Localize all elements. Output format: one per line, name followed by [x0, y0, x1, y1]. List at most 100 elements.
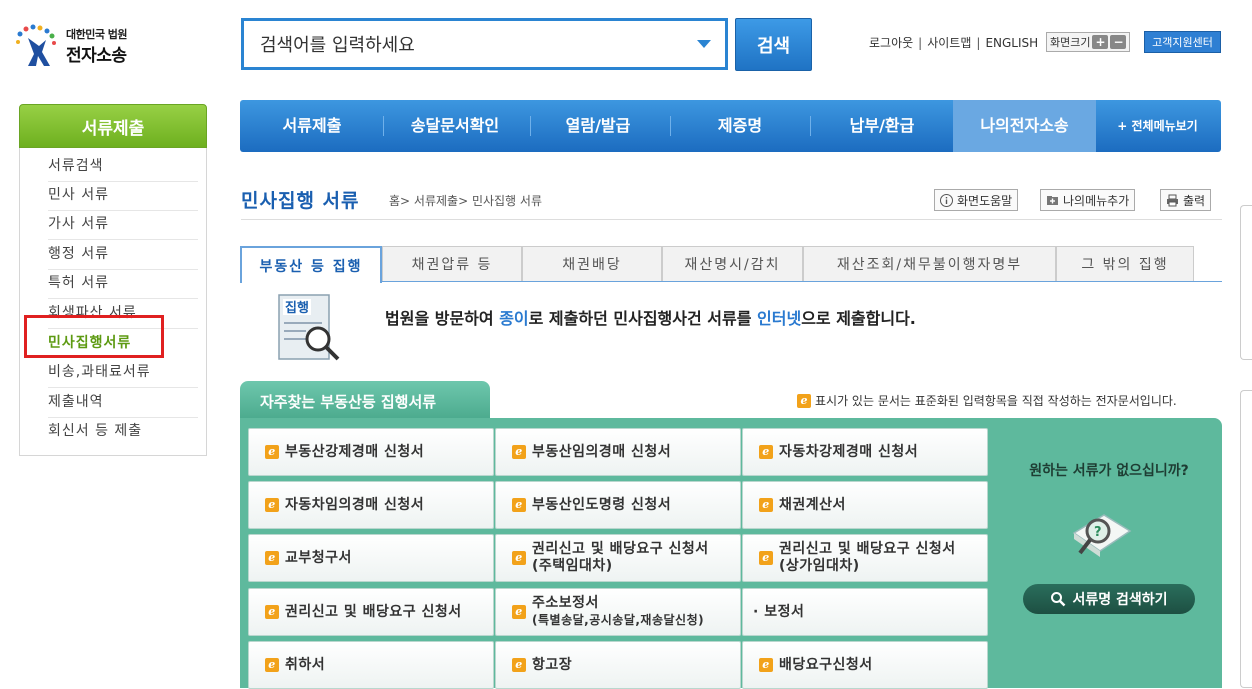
document-subtitle: (상가임대차) [779, 558, 860, 574]
zoom-out-button[interactable]: − [1110, 35, 1127, 49]
sidebar-item-document-search[interactable]: 서류검색 [48, 152, 198, 182]
favorite-document-button[interactable]: e 권리신고 및 배당요구 신청서 [248, 588, 494, 636]
favorite-document-button[interactable]: e 권리신고 및 배당요구 신청서 (주택임대차) [495, 534, 741, 582]
chevron-down-icon[interactable] [697, 40, 711, 48]
tab-other-execution[interactable]: 그 밖의 집행 [1056, 246, 1194, 281]
screen-help-button[interactable]: 화면도움말 [934, 189, 1019, 211]
e-document-icon: e [512, 498, 526, 512]
utility-links: 로그아웃 | 사이트맵 | ENGLISH [869, 34, 1038, 51]
e-document-icon: e [759, 551, 773, 565]
document-label: 취하서 [285, 657, 325, 674]
document-label: 부동산임의경매 신청서 [532, 444, 671, 461]
tab-property-inquiry[interactable]: 재산조회/채무불이행자명부 [803, 246, 1056, 281]
print-label: 출력 [1183, 193, 1206, 208]
nav-my-e-litigation[interactable]: 나의전자소송 [953, 100, 1096, 152]
tab-property-disclosure[interactable]: 재산명시/감치 [662, 246, 803, 281]
favorite-document-button[interactable]: e 권리신고 및 배당요구 신청서 (상가임대차) [742, 534, 988, 582]
find-document-label: 서류명 검색하기 [1072, 592, 1168, 608]
intro-highlight-paper: 종이 [499, 309, 529, 328]
tab-claim-distribution[interactable]: 채권배당 [522, 246, 662, 281]
document-name: 부동산강제경매 신청서 [285, 443, 425, 460]
favorite-document-button[interactable]: e 부동산강제경매 신청서 [248, 428, 494, 476]
favorite-document-button[interactable]: e 주소보정서 (특별송달,공시송달,재송달신청) [495, 588, 741, 636]
title-divider [241, 219, 1222, 220]
document-label: 권리신고 및 배당요구 신청서 (주택임대차) [532, 541, 709, 575]
search-icon [1051, 592, 1066, 607]
document-name: 자동차강제경매 신청서 [779, 443, 919, 460]
intro-text-part: 로 제출하던 민사집행사건 서류를 [528, 309, 758, 328]
sidebar-title: 서류제출 [19, 104, 207, 148]
document-subtitle: (주택임대차) [532, 558, 613, 574]
document-name: 자동차임의경매 신청서 [285, 496, 425, 513]
search-input[interactable] [258, 30, 682, 60]
nav-divider [383, 116, 384, 136]
e-document-note: e 표시가 있는 문서는 표준화된 입력항목을 직접 작성하는 전자문서입니다. [797, 392, 1177, 409]
document-label: 채권계산서 [779, 497, 846, 514]
screen-help-label: 화면도움말 [957, 193, 1013, 208]
sidebar-item-patent[interactable]: 특허 서류 [48, 269, 198, 299]
e-document-icon: e [759, 498, 773, 512]
e-document-icon: e [265, 445, 279, 459]
zoom-label: 화면크기 [1050, 36, 1091, 49]
execution-document-icon: 집행 [278, 294, 340, 361]
favorites-title: 자주찾는 부동산등 집행서류 [240, 381, 490, 421]
printer-icon [1167, 194, 1178, 206]
logout-link[interactable]: 로그아웃 [869, 34, 913, 51]
document-name: · 보정서 [753, 603, 805, 620]
favorite-document-button[interactable]: e 교부청구서 [248, 534, 494, 582]
e-document-icon: e [797, 393, 811, 408]
favorite-document-button[interactable]: e 부동산임의경매 신청서 [495, 428, 741, 476]
nav-view-issue[interactable]: 열람/발급 [538, 100, 658, 152]
intro-text-part: 으로 제출합니다. [801, 309, 916, 328]
nav-certificates[interactable]: 제증명 [680, 100, 800, 152]
site-logo[interactable]: 대한민국 법원 전자소송 [14, 24, 154, 74]
e-document-icon: e [512, 551, 526, 565]
document-name: 취하서 [285, 656, 326, 673]
favorite-document-button[interactable]: e 자동차임의경매 신청서 [248, 481, 494, 529]
tab-real-estate-execution[interactable]: 부동산 등 집행 [240, 246, 382, 283]
add-my-menu-label: 나의메뉴추가 [1063, 193, 1130, 208]
favorite-document-button[interactable]: e 배당요구신청서 [742, 641, 988, 689]
document-label: 자동차임의경매 신청서 [285, 497, 424, 514]
favorite-document-button[interactable]: e 채권계산서 [742, 481, 988, 529]
document-label: 부동산강제경매 신청서 [285, 444, 424, 461]
divider: | [976, 35, 981, 50]
add-my-menu-button[interactable]: 나의메뉴추가 [1040, 189, 1136, 211]
sidebar-item-reply-submission[interactable]: 회신서 등 제출 [48, 417, 198, 446]
find-document-button[interactable]: 서류명 검색하기 [1023, 584, 1195, 614]
zoom-in-button[interactable]: + [1092, 35, 1109, 49]
zoom-control: 화면크기 + − [1046, 32, 1131, 52]
page-title: 민사집행 서류 [241, 190, 360, 212]
customer-center-button[interactable]: 고객지원센터 [1144, 31, 1221, 53]
sidebar-item-family[interactable]: 가사 서류 [48, 210, 198, 240]
favorite-document-button[interactable]: · 보정서 [742, 588, 988, 636]
sitemap-link[interactable]: 사이트맵 [927, 34, 971, 51]
e-document-icon: e [265, 658, 279, 672]
court-emblem-icon [16, 24, 56, 66]
sidebar-item-submission-history[interactable]: 제출내역 [48, 388, 198, 418]
document-name: 배당요구신청서 [779, 656, 873, 673]
search-button[interactable]: 검색 [735, 18, 812, 71]
tab-claim-seizure[interactable]: 채권압류 등 [382, 246, 522, 281]
e-document-icon: e [265, 605, 279, 619]
no-result-box: 원하는 서류가 없으십니까? ? 서류명 검색하기 [996, 420, 1222, 688]
nav-payment-refund[interactable]: 납부/환급 [822, 100, 942, 152]
print-button[interactable]: 출력 [1160, 189, 1212, 211]
sidebar-item-administrative[interactable]: 행정 서류 [48, 240, 198, 270]
document-label: 권리신고 및 배당요구 신청서 (상가임대차) [779, 541, 956, 575]
favorite-document-button[interactable]: e 항고장 [495, 641, 741, 689]
favorite-document-button[interactable]: e 취하서 [248, 641, 494, 689]
english-link[interactable]: ENGLISH [985, 36, 1038, 50]
sidebar-item-non-contentious[interactable]: 비송,과태료서류 [48, 358, 198, 388]
document-name: 권리신고 및 배당요구 신청서 [779, 541, 956, 557]
favorite-document-button[interactable]: e 자동차강제경매 신청서 [742, 428, 988, 476]
nav-divider [530, 116, 531, 136]
logo-subtitle: 대한민국 법원 [66, 28, 128, 41]
nav-divider [810, 116, 811, 136]
nav-service-check[interactable]: 송달문서확인 [395, 100, 515, 152]
document-label: 권리신고 및 배당요구 신청서 [285, 604, 462, 621]
favorite-document-button[interactable]: e 부동산인도명령 신청서 [495, 481, 741, 529]
nav-all-menu[interactable]: + 전체메뉴보기 [1100, 100, 1215, 152]
nav-document-submission[interactable]: 서류제출 [260, 100, 364, 152]
sidebar-item-civil[interactable]: 민사 서류 [48, 181, 198, 211]
